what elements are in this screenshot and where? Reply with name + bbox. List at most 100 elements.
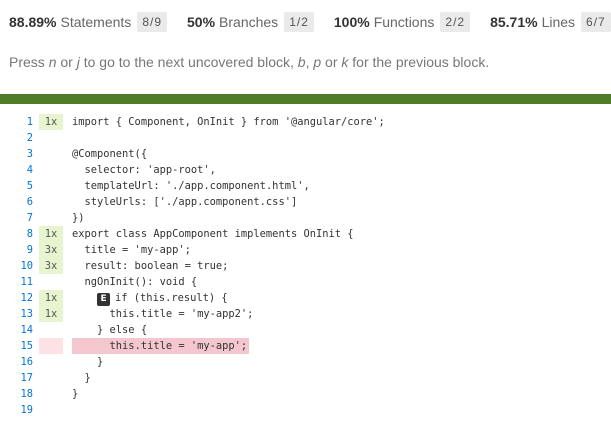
- code-line: 4 selector: 'app-root',: [0, 162, 611, 178]
- code-line: 18}: [0, 386, 611, 402]
- source-text: title = 'my-app';: [72, 244, 191, 256]
- keyboard-hint: Press n or j to go to the next uncovered…: [9, 54, 489, 70]
- code-line: 8 1x export class AppComponent implements …: [0, 226, 611, 242]
- source-text: selector: 'app-root',: [72, 164, 216, 176]
- source-text: export class AppComponent implements OnI…: [72, 228, 354, 240]
- hit-count: [39, 322, 63, 338]
- code-line: 1 1x import { Component, OnInit } from '@a…: [0, 114, 611, 130]
- hit-count: [39, 274, 63, 290]
- line-number-link[interactable]: 16: [0, 354, 35, 370]
- code-line: 14 } else {: [0, 322, 611, 338]
- hit-count: [39, 178, 63, 194]
- code-line: 7}): [0, 210, 611, 226]
- hit-count: 3x: [39, 242, 63, 258]
- hint-key-p: p: [313, 54, 322, 70]
- line-number-link[interactable]: 6: [0, 194, 35, 210]
- coverage-status-bar: [0, 94, 611, 104]
- code-line: 9 3x title = 'my-app';: [0, 242, 611, 258]
- hit-count: [39, 386, 63, 402]
- source-text: }): [72, 212, 85, 224]
- code-line: 6 styleUrls: ['./app.component.css']: [0, 194, 611, 210]
- line-number-link[interactable]: 7: [0, 210, 35, 226]
- source-text: if (this.result) {: [115, 292, 228, 304]
- line-number-link[interactable]: 19: [0, 402, 35, 418]
- hit-count: [39, 338, 63, 354]
- branches-fraction: 1/2: [284, 12, 314, 32]
- source-text: Eif (this.result) {: [72, 290, 228, 306]
- hit-count: [39, 130, 63, 146]
- line-number-link[interactable]: 9: [0, 242, 35, 258]
- statements-percent: 88.89%: [9, 14, 57, 30]
- line-number-link[interactable]: 18: [0, 386, 35, 402]
- hit-count: 3x: [39, 258, 63, 274]
- hit-count: [39, 402, 63, 418]
- hint-key-b: b: [297, 54, 306, 70]
- source-text: result: boolean = true;: [72, 260, 229, 272]
- lines-fraction: 6/7: [581, 12, 611, 32]
- statements-metric: 88.89% Statements 8/9: [9, 12, 167, 32]
- source-text: }: [72, 356, 104, 368]
- functions-fraction: 2/2: [440, 12, 471, 32]
- code-line: 19: [0, 402, 611, 418]
- hint-text: Press: [9, 54, 49, 70]
- line-number-link[interactable]: 13: [0, 306, 35, 322]
- line-number-link[interactable]: 1: [0, 114, 35, 130]
- code-line: 2: [0, 130, 611, 146]
- line-number-link[interactable]: 3: [0, 146, 35, 162]
- uncovered-statement: this.title = 'my-app';: [72, 338, 250, 354]
- hit-count: [39, 162, 63, 178]
- branches-label: Branches: [219, 14, 279, 30]
- hint-text: for the previous block.: [348, 54, 490, 70]
- source-text: } else {: [72, 324, 148, 336]
- hit-count: [39, 194, 63, 210]
- code-line: 3 @Component({: [0, 146, 611, 162]
- lines-percent: 85.71%: [490, 14, 538, 30]
- code-line: 11 ngOnInit(): void {: [0, 274, 611, 290]
- statements-label: Statements: [60, 14, 132, 30]
- functions-metric: 100% Functions 2/2: [333, 12, 471, 32]
- source-text: styleUrls: ['./app.component.css']: [72, 196, 298, 208]
- hit-count: 1x: [39, 226, 63, 242]
- branches-percent: 50%: [187, 14, 216, 30]
- functions-label: Functions: [373, 14, 435, 30]
- line-number-link[interactable]: 8: [0, 226, 35, 242]
- lines-metric: 85.71% Lines 6/7: [490, 12, 611, 32]
- source-code-listing: 1 1x import { Component, OnInit } from '@a…: [0, 114, 611, 418]
- hit-count: [39, 354, 63, 370]
- hit-count: 1x: [39, 306, 63, 322]
- functions-percent: 100%: [333, 14, 370, 30]
- line-number-link[interactable]: 15: [0, 338, 35, 354]
- source-text: @Component({: [72, 148, 148, 160]
- page-title-cropped: [0, 0, 611, 6]
- hit-count: 1x: [39, 114, 63, 130]
- line-number-link[interactable]: 4: [0, 162, 35, 178]
- statements-fraction: 8/9: [137, 12, 167, 32]
- line-number-link[interactable]: 2: [0, 130, 35, 146]
- code-line: 16 }: [0, 354, 611, 370]
- code-line: 13 1x this.title = 'my-app2';: [0, 306, 611, 322]
- line-number-link[interactable]: 10: [0, 258, 35, 274]
- lines-label: Lines: [541, 14, 576, 30]
- source-text: import { Component, OnInit } from '@angu…: [72, 116, 385, 128]
- line-number-link[interactable]: 5: [0, 178, 35, 194]
- line-number-link[interactable]: 14: [0, 322, 35, 338]
- source-text: }: [72, 372, 91, 384]
- hint-text: or: [321, 54, 342, 70]
- hit-count: [39, 370, 63, 386]
- code-line: 10 3x result: boolean = true;: [0, 258, 611, 274]
- code-line: 5 templateUrl: './app.component.html',: [0, 178, 611, 194]
- branches-metric: 50% Branches 1/2: [187, 12, 314, 32]
- source-text: ngOnInit(): void {: [72, 276, 198, 288]
- code-line: 17 }: [0, 370, 611, 386]
- hint-text: to go to the next uncovered block,: [79, 54, 298, 70]
- hit-count: [39, 146, 63, 162]
- line-number-link[interactable]: 17: [0, 370, 35, 386]
- hit-count: [39, 210, 63, 226]
- line-number-link[interactable]: 12: [0, 290, 35, 306]
- code-line: 15 this.title = 'my-app';: [0, 338, 611, 354]
- source-text: this.title = 'my-app2';: [72, 308, 254, 320]
- code-line: 12 1x Eif (this.result) {: [0, 290, 611, 306]
- coverage-summary: 88.89% Statements 8/9 50% Branches 1/2 1…: [9, 10, 611, 34]
- else-path-not-taken-badge: E: [97, 293, 111, 306]
- line-number-link[interactable]: 11: [0, 274, 35, 290]
